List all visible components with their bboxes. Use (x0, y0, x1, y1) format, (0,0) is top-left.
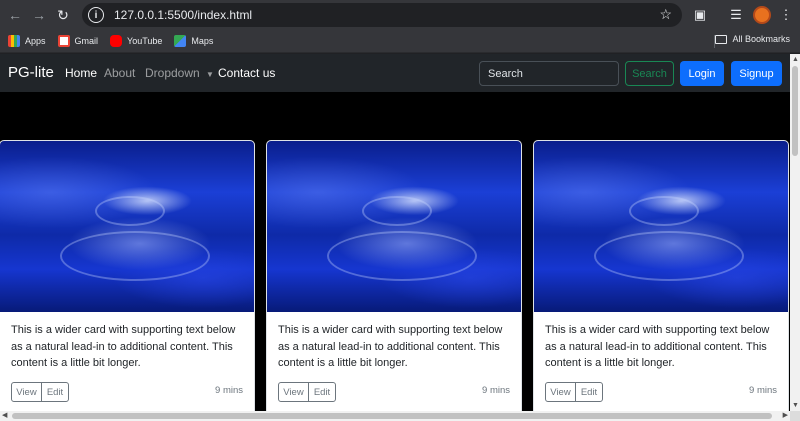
card-text: This is a wider card with supporting tex… (11, 324, 236, 369)
search-button[interactable]: Search (625, 61, 674, 86)
bookmark-label: YouTube (127, 36, 163, 46)
bookmark-apps[interactable]: Apps (8, 35, 46, 47)
horizontal-scrollbar[interactable]: ◀ ▶ (0, 411, 790, 421)
search-input[interactable] (479, 61, 619, 86)
card-time: 9 mins (749, 385, 777, 396)
reload-icon[interactable]: ↻ (52, 4, 74, 26)
login-button[interactable]: Login (680, 61, 724, 86)
apps-grid-icon (8, 35, 20, 47)
kebab-menu-icon[interactable]: ⋮ (776, 5, 796, 25)
bookmark-label: Maps (191, 36, 214, 46)
all-bookmarks-label: All Bookmarks (732, 34, 790, 44)
card-text: This is a wider card with supporting tex… (545, 324, 770, 369)
star-icon[interactable]: ☆ (659, 6, 672, 23)
vertical-scrollbar[interactable]: ▲ ▼ (790, 54, 800, 411)
card: This is a wider card with supporting tex… (266, 140, 522, 411)
maps-icon (174, 35, 187, 47)
url-text: 127.0.0.1:5500/index.html (114, 8, 253, 22)
navbar: PG-lite Home About Dropdown ▼ Contact us… (0, 54, 790, 92)
youtube-icon (110, 35, 123, 47)
water-splash-image (0, 141, 254, 312)
nav-link-home[interactable]: Home (65, 66, 97, 80)
scrollbar-thumb[interactable] (12, 413, 772, 419)
all-bookmarks-button[interactable]: All Bookmarks (715, 34, 790, 44)
scroll-down-icon[interactable]: ▼ (792, 402, 799, 409)
card-time: 9 mins (482, 385, 510, 396)
bookmark-label: Apps (25, 36, 46, 46)
media-controls-icon[interactable]: ☰ (726, 5, 746, 25)
caret-down-icon: ▼ (206, 70, 214, 79)
address-bar[interactable]: i 127.0.0.1:5500/index.html ☆ (82, 3, 682, 27)
view-button[interactable]: View (545, 382, 576, 402)
water-splash-image (534, 141, 788, 312)
water-splash-image (267, 141, 521, 312)
scroll-right-icon[interactable]: ▶ (783, 411, 788, 419)
navbar-brand[interactable]: PG-lite (8, 64, 54, 81)
scroll-up-icon[interactable]: ▲ (792, 56, 799, 63)
card-time: 9 mins (215, 385, 243, 396)
view-button[interactable]: View (278, 382, 309, 402)
puzzle-icon[interactable]: ▣ (690, 5, 710, 25)
folder-icon (715, 34, 728, 44)
edit-button[interactable]: Edit (41, 382, 69, 402)
scrollbar-corner (790, 411, 800, 421)
bookmark-maps[interactable]: Maps (174, 35, 213, 47)
nav-link-about[interactable]: About (104, 66, 135, 80)
nav-link-contact[interactable]: Contact us (218, 66, 275, 80)
forward-icon[interactable]: → (28, 4, 50, 26)
dropdown-label: Dropdown (145, 66, 200, 80)
card-text: This is a wider card with supporting tex… (278, 324, 503, 369)
view-button[interactable]: View (11, 382, 42, 402)
edit-button[interactable]: Edit (308, 382, 336, 402)
bookmark-youtube[interactable]: YouTube (110, 35, 162, 47)
nav-dropdown[interactable]: Dropdown ▼ (145, 66, 214, 80)
bookmarks-bar: Apps Gmail YouTube Maps All Bookmarks (0, 30, 800, 53)
gmail-icon (57, 35, 70, 47)
browser-toolbar: ← → ↻ i 127.0.0.1:5500/index.html ☆ ▣ ☰ … (0, 0, 800, 30)
info-icon[interactable]: i (88, 7, 104, 23)
card: This is a wider card with supporting tex… (533, 140, 789, 411)
bookmark-label: Gmail (74, 36, 99, 46)
profile-avatar[interactable] (753, 6, 771, 24)
scroll-left-icon[interactable]: ◀ (2, 411, 7, 419)
card: This is a wider card with supporting tex… (0, 140, 255, 411)
bookmark-gmail[interactable]: Gmail (57, 35, 99, 47)
scrollbar-thumb[interactable] (792, 66, 798, 156)
back-icon[interactable]: ← (4, 4, 26, 26)
signup-button[interactable]: Signup (731, 61, 782, 86)
edit-button[interactable]: Edit (575, 382, 603, 402)
page-viewport: PG-lite Home About Dropdown ▼ Contact us… (0, 54, 790, 411)
